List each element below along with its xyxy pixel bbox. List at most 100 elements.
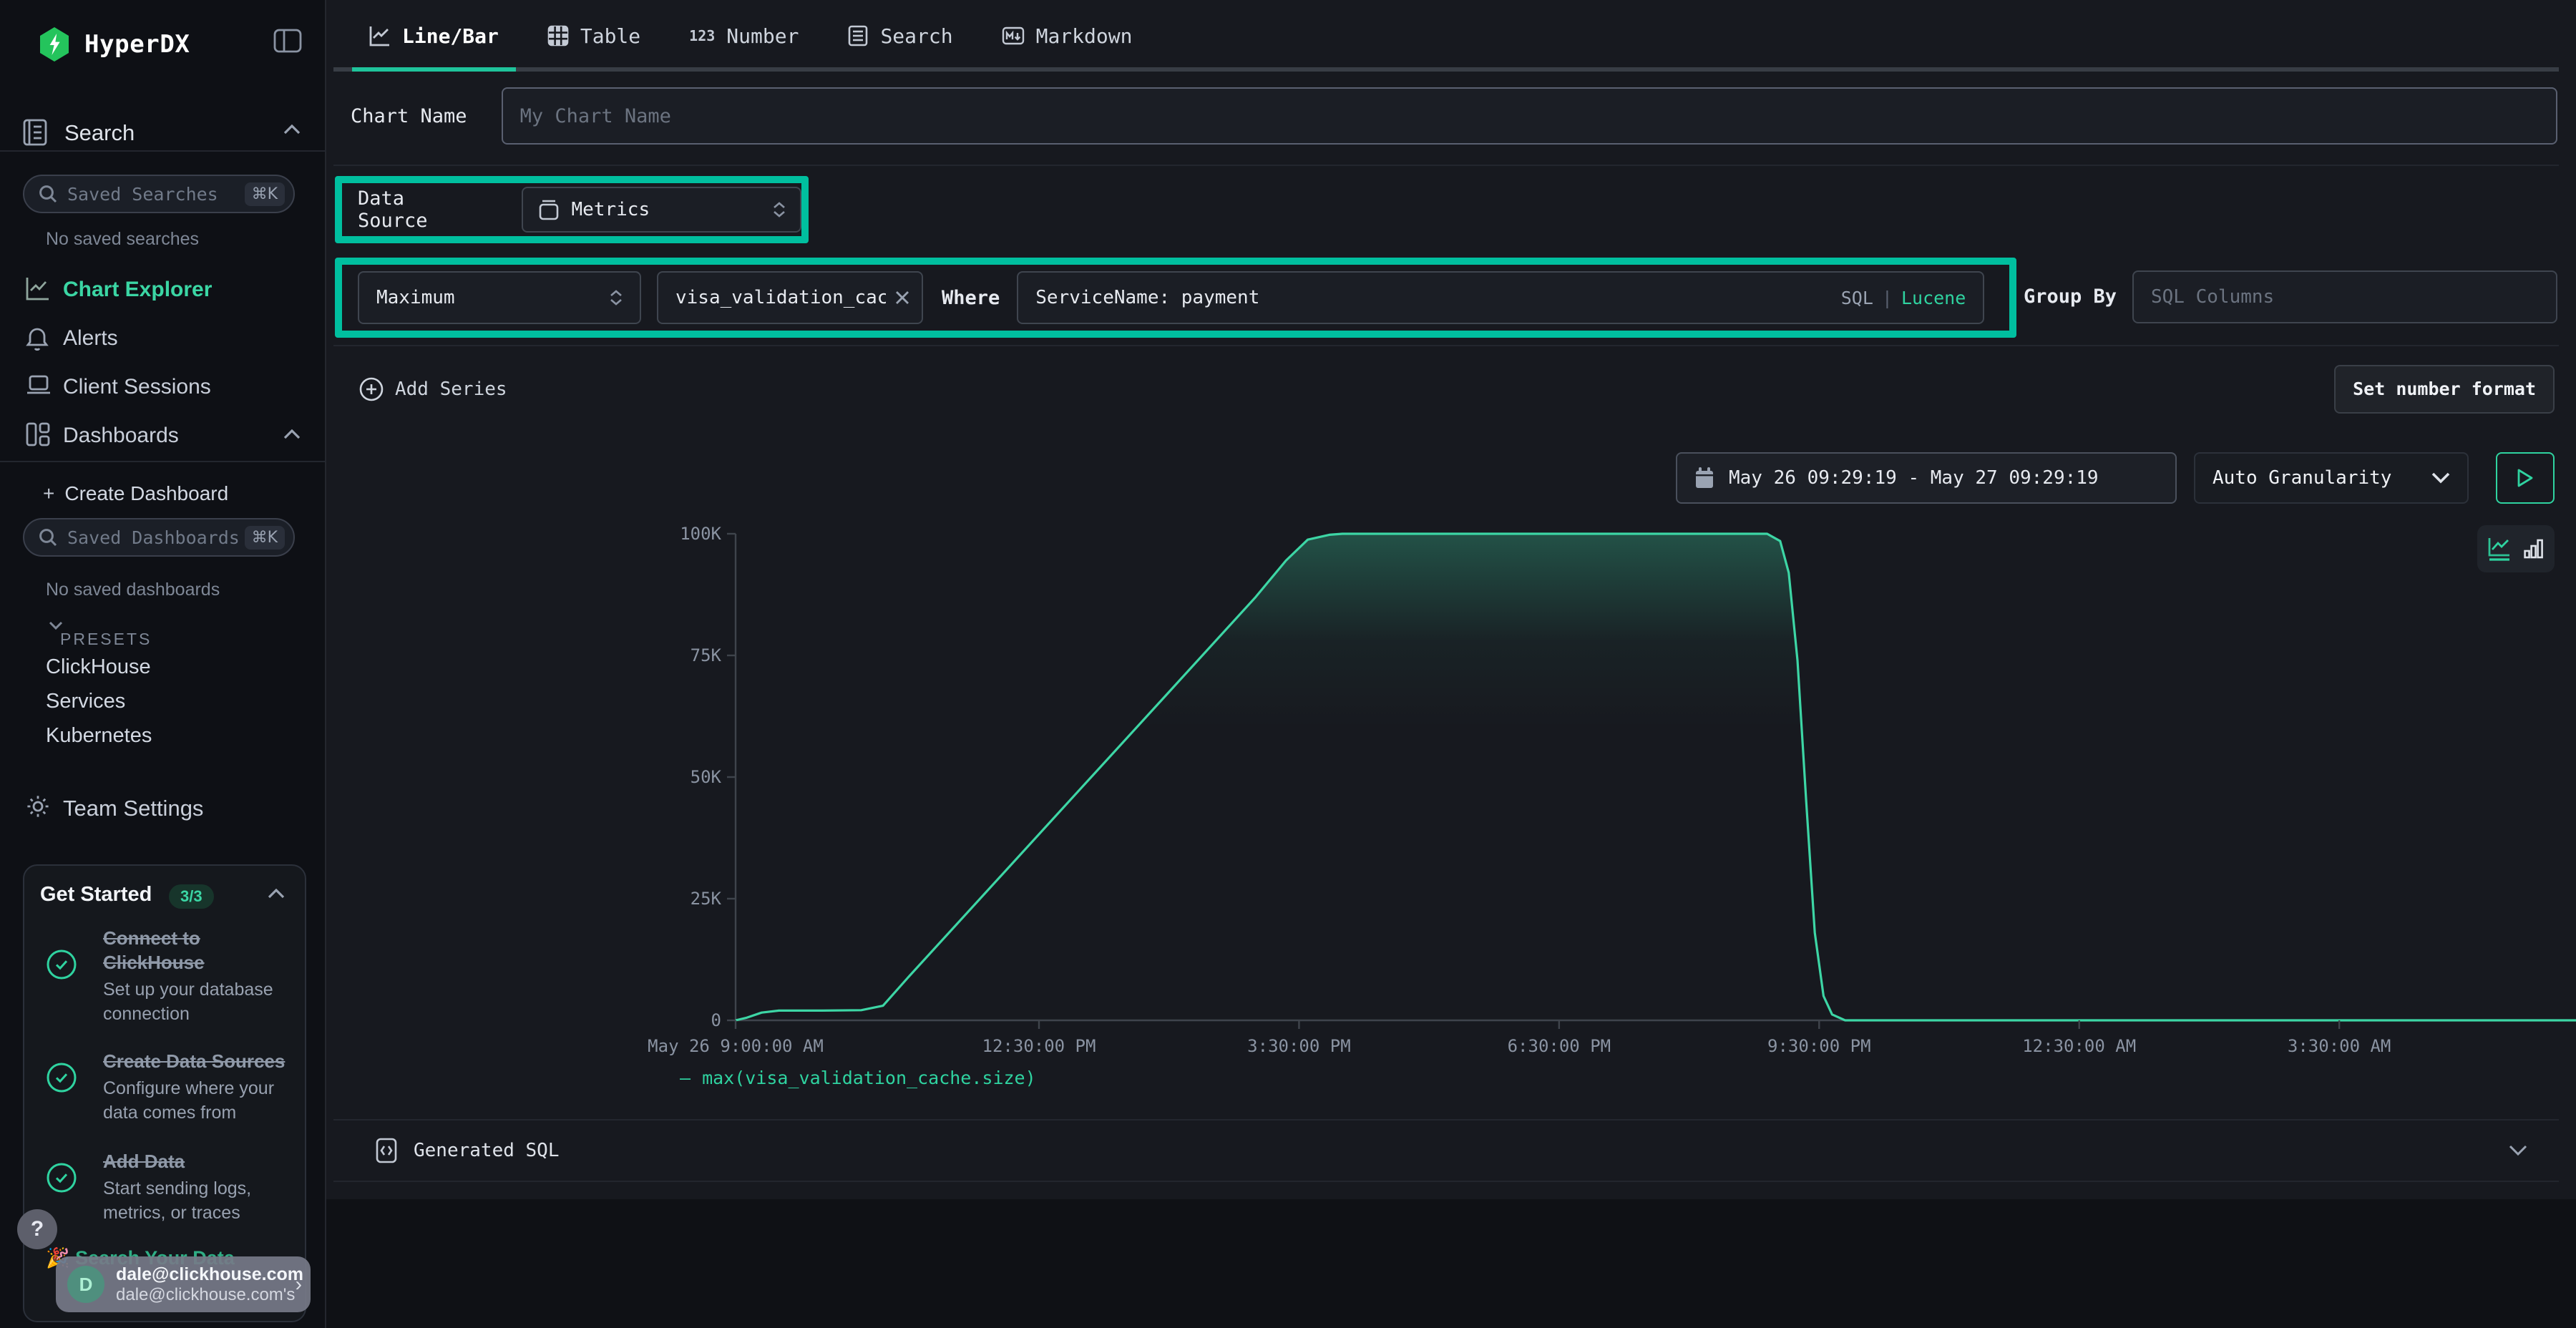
sidebar-item-dashboards[interactable]: Dashboards bbox=[0, 418, 326, 461]
divider bbox=[333, 345, 2559, 346]
tab-bar: Line/Bar Table 123 Number Search bbox=[333, 0, 2559, 72]
chevron-up-icon bbox=[283, 125, 301, 135]
divider bbox=[0, 150, 326, 152]
granularity-select[interactable]: Auto Granularity bbox=[2194, 452, 2469, 504]
chart-legend[interactable]: — max(visa_validation_cache.size) bbox=[680, 1068, 1036, 1088]
number-123-icon: 123 bbox=[689, 27, 715, 44]
svg-text:0: 0 bbox=[711, 1010, 721, 1030]
tab-number[interactable]: 123 Number bbox=[672, 0, 816, 72]
get-started-panel: Get Started 3/3 Connect to ClickHouse Se… bbox=[23, 864, 306, 1322]
preset-kubernetes[interactable]: Kubernetes bbox=[46, 724, 152, 748]
chart-name-field[interactable] bbox=[520, 105, 2539, 127]
svg-text:25K: 25K bbox=[691, 889, 722, 909]
create-dashboard-label: Create Dashboard bbox=[64, 482, 228, 504]
sidebar-item-client-sessions[interactable]: Client Sessions bbox=[0, 369, 326, 412]
svg-text:100K: 100K bbox=[680, 524, 721, 544]
date-range-picker[interactable]: May 26 09:29:19 - May 27 09:29:19 bbox=[1676, 452, 2177, 504]
saved-searches-field[interactable] bbox=[67, 184, 245, 205]
svg-text:3:30:00 AM: 3:30:00 AM bbox=[2288, 1036, 2391, 1056]
preset-services[interactable]: Services bbox=[46, 690, 125, 713]
where-input[interactable]: SQL | Lucene bbox=[1017, 271, 1984, 324]
sidebar-item-alerts[interactable]: Alerts bbox=[0, 321, 326, 363]
checklist-item[interactable]: Connect to ClickHouse Set up your databa… bbox=[40, 926, 292, 1026]
group-by-input[interactable] bbox=[2132, 270, 2557, 323]
aggregation-value: Maximum bbox=[376, 287, 610, 308]
granularity-value: Auto Granularity bbox=[2212, 467, 2431, 489]
generated-sql-toggle[interactable]: Generated SQL bbox=[333, 1120, 2559, 1181]
main-content: Line/Bar Table 123 Number Search bbox=[326, 0, 2576, 1328]
dashboard-grid-icon bbox=[26, 422, 50, 446]
line-chart-icon bbox=[369, 25, 391, 47]
chevron-up-icon[interactable] bbox=[268, 889, 285, 899]
shortcut-badge: ⌘K bbox=[245, 182, 285, 206]
create-dashboard-button[interactable]: + Create Dashboard bbox=[43, 482, 228, 505]
svg-text:6:30:00 PM: 6:30:00 PM bbox=[1508, 1036, 1611, 1056]
saved-dashboards-input[interactable]: ⌘K bbox=[23, 518, 295, 557]
where-field[interactable] bbox=[1035, 287, 1840, 308]
checklist-item-title: Connect to ClickHouse bbox=[103, 926, 292, 975]
tab-label: Table bbox=[580, 24, 640, 48]
checklist-item[interactable]: Add Data Start sending logs, metrics, or… bbox=[40, 1149, 292, 1225]
tab-label: Line/Bar bbox=[402, 24, 499, 48]
sidebar-item-label: Dashboards bbox=[63, 424, 179, 448]
data-source-select[interactable]: Metrics bbox=[522, 187, 801, 233]
add-series-button[interactable]: Add Series bbox=[359, 369, 507, 409]
tab-table[interactable]: Table bbox=[530, 0, 658, 72]
sql-toggle[interactable]: SQL bbox=[1841, 288, 1873, 308]
user-menu[interactable]: D dale@clickhouse.com dale@clickhouse.co… bbox=[56, 1256, 311, 1312]
chart-canvas: 025K50K75K100KMay 26 9:00:00 AM12:30:00 … bbox=[641, 515, 2576, 1088]
group-by-field[interactable] bbox=[2151, 286, 2539, 308]
checklist-item-subtitle: Start sending logs, metrics, or traces bbox=[103, 1176, 292, 1225]
logo-row: HyperDX bbox=[0, 20, 326, 72]
aggregation-select[interactable]: Maximum bbox=[358, 271, 641, 324]
sidebar-item-label: Alerts bbox=[63, 326, 118, 351]
checklist-item-title: Add Data bbox=[103, 1149, 292, 1173]
tab-search[interactable]: Search bbox=[830, 0, 970, 72]
preset-clickhouse[interactable]: ClickHouse bbox=[46, 655, 151, 679]
svg-text:12:30:00 AM: 12:30:00 AM bbox=[2022, 1036, 2136, 1056]
set-number-format-button[interactable]: Set number format bbox=[2334, 365, 2555, 414]
presets-header[interactable]: PRESETS bbox=[49, 621, 152, 649]
chart-name-input[interactable] bbox=[502, 87, 2557, 145]
svg-text:9:30:00 PM: 9:30:00 PM bbox=[1767, 1036, 1871, 1056]
toggle-separator: | bbox=[1882, 288, 1893, 308]
checklist-item-title: Create Data Sources bbox=[103, 1049, 292, 1073]
markdown-icon bbox=[1002, 26, 1025, 45]
user-org: dale@clickhouse.com's bbox=[116, 1285, 296, 1305]
close-icon[interactable] bbox=[894, 290, 910, 306]
tab-line-bar[interactable]: Line/Bar bbox=[352, 0, 516, 72]
sidebar-section-label: Search bbox=[64, 120, 135, 146]
metric-tag[interactable]: visa_validation_cach bbox=[657, 271, 923, 324]
saved-dashboards-field[interactable] bbox=[67, 527, 245, 548]
saved-searches-input[interactable]: ⌘K bbox=[23, 175, 295, 213]
plus-circle-icon bbox=[359, 377, 384, 401]
time-controls-row: May 26 09:29:19 - May 27 09:29:19 Auto G… bbox=[1676, 452, 2555, 504]
tab-markdown[interactable]: Markdown bbox=[985, 0, 1150, 72]
group-by-label: Group By bbox=[2024, 270, 2117, 323]
lucene-toggle[interactable]: Lucene bbox=[1901, 288, 1966, 308]
divider bbox=[333, 165, 2559, 166]
sidebar-item-team-settings[interactable]: Team Settings bbox=[0, 790, 326, 833]
line-chart-icon bbox=[26, 276, 50, 301]
list-icon bbox=[847, 25, 869, 47]
tab-label: Number bbox=[726, 24, 799, 48]
sidebar-item-chart-explorer[interactable]: Chart Explorer bbox=[0, 272, 326, 315]
chevron-down-icon bbox=[2509, 1145, 2527, 1156]
get-started-title[interactable]: Get Started bbox=[40, 883, 152, 907]
sidebar-item-label: Chart Explorer bbox=[63, 278, 212, 302]
help-button[interactable]: ? bbox=[17, 1209, 57, 1249]
no-saved-dashboards-text: No saved dashboards bbox=[46, 580, 220, 600]
sidebar-item-label: Client Sessions bbox=[63, 375, 211, 399]
series-highlight-box: Maximum visa_validation_cach Where SQL|L… bbox=[335, 258, 2016, 338]
chevron-right-icon: › bbox=[296, 1273, 302, 1296]
divider bbox=[0, 461, 326, 462]
run-query-button[interactable] bbox=[2496, 452, 2555, 504]
chevron-up-icon bbox=[283, 429, 301, 439]
plus-icon: + bbox=[43, 482, 54, 504]
sidebar-collapse-icon[interactable] bbox=[273, 29, 302, 53]
svg-text:50K: 50K bbox=[691, 767, 722, 787]
checklist-item[interactable]: Create Data Sources Configure where your… bbox=[40, 1049, 292, 1125]
data-source-value: Metrics bbox=[572, 199, 773, 220]
chart-name-row: Chart Name bbox=[351, 87, 2557, 145]
divider bbox=[333, 1181, 2559, 1182]
